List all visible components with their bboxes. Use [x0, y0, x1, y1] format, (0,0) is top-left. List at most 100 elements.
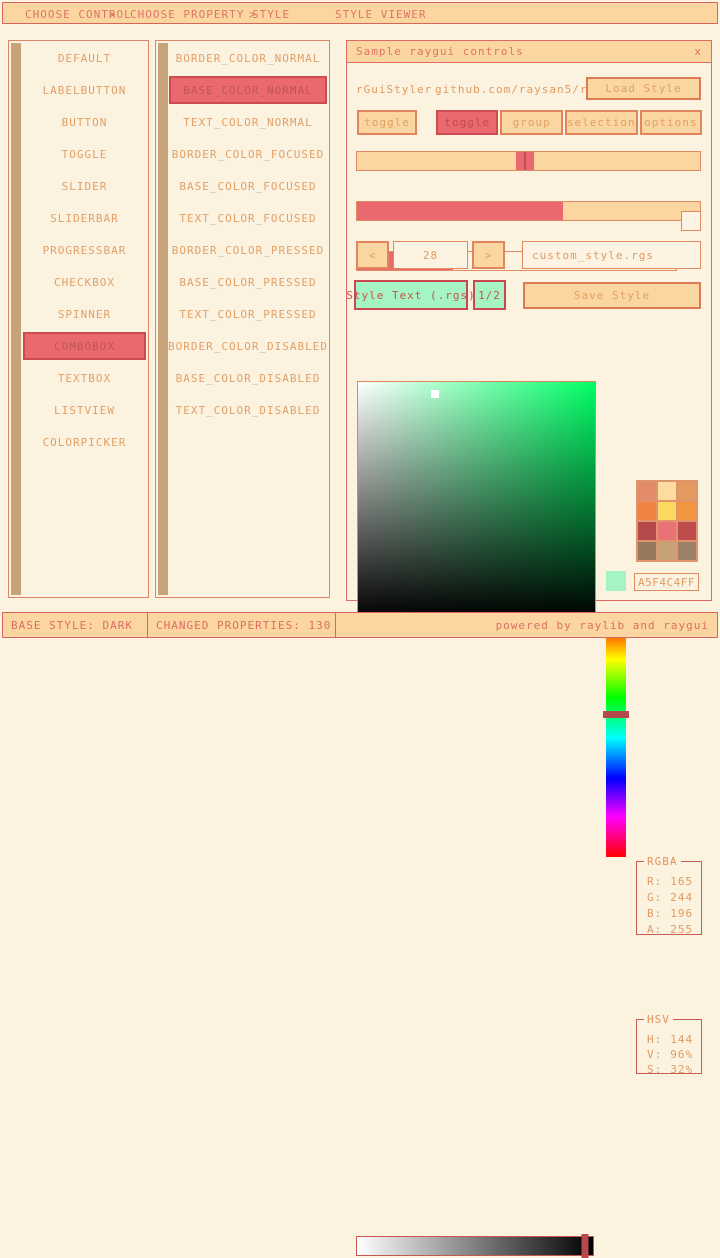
style-text-toggle[interactable]: Style Text (.rgs) — [354, 280, 468, 310]
property-list-item[interactable]: BORDER_COLOR_DISABLED — [169, 332, 327, 360]
control-list-item-label: COLORPICKER — [43, 436, 127, 449]
toggle-group-item[interactable]: options — [640, 110, 702, 135]
palette-swatch[interactable] — [638, 502, 656, 520]
property-list-item-label: TEXT_COLOR_DISABLED — [176, 404, 321, 417]
property-list-items: BORDER_COLOR_NORMAL BASE_COLOR_NORMAL TE… — [169, 44, 327, 595]
palette-swatch[interactable] — [678, 502, 696, 520]
sample-window-titlebar[interactable]: Sample raygui controls x — [347, 41, 711, 63]
property-list-item[interactable]: BASE_COLOR_DISABLED — [169, 364, 327, 392]
property-list-item[interactable]: BASE_COLOR_PRESSED — [169, 268, 327, 296]
toggle-group-item[interactable]: toggle — [436, 110, 498, 135]
property-list-item[interactable]: TEXT_COLOR_NORMAL — [169, 108, 327, 136]
property-list-item[interactable]: BORDER_COLOR_NORMAL — [169, 44, 327, 72]
control-list-item[interactable]: DEFAULT — [23, 44, 146, 72]
hex-value-box[interactable]: A5F4C4FF — [634, 573, 699, 591]
palette-swatch[interactable] — [678, 522, 696, 540]
property-list-item[interactable]: TEXT_COLOR_DISABLED — [169, 396, 327, 424]
property-list-item[interactable]: TEXT_COLOR_PRESSED — [169, 300, 327, 328]
color-palette — [636, 480, 698, 562]
spinner-value-box[interactable]: 28 — [393, 241, 468, 269]
color-picker-gradient[interactable] — [357, 381, 596, 619]
breadcrumb-step-viewer[interactable]: STYLE VIEWER — [335, 8, 426, 21]
control-list-item[interactable]: TOGGLE — [23, 140, 146, 168]
chevron-right-icon: > — [109, 8, 117, 21]
filename-textbox[interactable]: custom_style.rgs — [522, 241, 701, 269]
color-picker-cursor[interactable] — [431, 390, 439, 398]
palette-swatch[interactable] — [638, 522, 656, 540]
slider-bar[interactable] — [356, 201, 701, 221]
toggle-group-item[interactable]: selection — [565, 110, 638, 135]
checkbox[interactable] — [681, 211, 701, 231]
slider-handle[interactable] — [516, 152, 534, 170]
toggle-group-item[interactable]: group — [500, 110, 562, 135]
property-list: BORDER_COLOR_NORMAL BASE_COLOR_NORMAL TE… — [155, 40, 330, 598]
control-list-item-label: SLIDERBAR — [50, 212, 119, 225]
control-list-item-label: CHECKBOX — [54, 276, 115, 289]
property-list-item[interactable]: BASE_COLOR_NORMAL — [169, 76, 327, 104]
control-list-item[interactable]: TEXTBOX — [23, 364, 146, 392]
rgba-group-box: RGBA R: 165 G: 244 B: 196 — [636, 861, 702, 935]
control-list-item-label: DEFAULT — [58, 52, 111, 65]
rgba-row: G: 244 — [637, 890, 701, 906]
palette-swatch[interactable] — [678, 542, 696, 560]
palette-swatch[interactable] — [678, 482, 696, 500]
save-style-button[interactable]: Save Style — [523, 282, 701, 309]
breadcrumb-step-property[interactable]: CHOOSE PROPERTY STYLE — [130, 8, 290, 21]
control-list-item[interactable]: SLIDER — [23, 172, 146, 200]
control-list-item[interactable]: COMBOBOX — [23, 332, 146, 360]
control-list-item-label: TEXTBOX — [58, 372, 111, 385]
style-page-indicator[interactable]: 1/2 — [473, 280, 506, 310]
control-list-item-label: COMBOBOX — [54, 340, 115, 353]
property-list-item[interactable]: BORDER_COLOR_PRESSED — [169, 236, 327, 264]
close-icon[interactable]: x — [694, 45, 702, 58]
toggle-button[interactable]: toggle — [357, 110, 417, 135]
palette-swatch[interactable] — [658, 522, 676, 540]
property-list-item[interactable]: BASE_COLOR_FOCUSED — [169, 172, 327, 200]
rgba-row-label: A: — [647, 922, 662, 938]
rgba-row-value: 196 — [670, 906, 693, 922]
property-list-scrollbar[interactable] — [158, 43, 168, 595]
breadcrumb: CHOOSE CONTROL > CHOOSE PROPERTY STYLE >… — [2, 2, 718, 24]
palette-swatch[interactable] — [658, 482, 676, 500]
control-list-item[interactable]: LISTVIEW — [23, 396, 146, 424]
window-title: Sample raygui controls — [356, 45, 694, 58]
spinner-decrement-button[interactable]: < — [356, 241, 389, 269]
property-list-item[interactable]: TEXT_COLOR_FOCUSED — [169, 204, 327, 232]
sample-window: Sample raygui controls x rGuiStyler gith… — [346, 40, 712, 601]
hsv-row: H: 144 — [637, 1032, 701, 1047]
property-list-item[interactable]: BORDER_COLOR_FOCUSED — [169, 140, 327, 168]
control-list-item[interactable]: LABELBUTTON — [23, 76, 146, 104]
control-list-item-label: LABELBUTTON — [43, 84, 127, 97]
alpha-bar[interactable] — [356, 1236, 594, 1256]
property-list-item-label: BASE_COLOR_NORMAL — [183, 84, 313, 97]
toggle-group-item-label: toggle — [444, 116, 490, 129]
property-list-item-label: BORDER_COLOR_PRESSED — [172, 244, 324, 257]
property-list-item-label: TEXT_COLOR_NORMAL — [183, 116, 313, 129]
control-list-item[interactable]: SPINNER — [23, 300, 146, 328]
palette-swatch[interactable] — [658, 502, 676, 520]
rgba-row: B: 196 — [637, 906, 701, 922]
control-list-scrollbar[interactable] — [11, 43, 21, 595]
hue-bar-handle[interactable] — [603, 711, 629, 718]
hsv-row: V: 96% — [637, 1047, 701, 1062]
sample-window-body: rGuiStyler github.com/raysan5/raygui Loa… — [347, 63, 711, 600]
palette-swatch[interactable] — [658, 542, 676, 560]
hue-bar[interactable] — [606, 619, 626, 857]
control-list-item[interactable]: CHECKBOX — [23, 268, 146, 296]
slider[interactable] — [356, 151, 701, 171]
load-style-button[interactable]: Load Style — [586, 77, 701, 100]
control-list-item[interactable]: COLORPICKER — [23, 428, 146, 456]
palette-swatch[interactable] — [638, 542, 656, 560]
spinner-increment-button[interactable]: > — [472, 241, 505, 269]
rgba-row-value: 255 — [670, 922, 693, 938]
hsv-row-label: H: — [647, 1032, 662, 1047]
alpha-bar-handle[interactable] — [581, 1234, 588, 1258]
rgba-group-title: RGBA — [644, 855, 681, 868]
control-list-item[interactable]: BUTTON — [23, 108, 146, 136]
rgba-row: A: 255 — [637, 922, 701, 938]
control-list-item[interactable]: PROGRESSBAR — [23, 236, 146, 264]
property-list-item-label: BORDER_COLOR_DISABLED — [168, 340, 328, 353]
palette-swatch[interactable] — [638, 482, 656, 500]
property-list-item-label: TEXT_COLOR_FOCUSED — [179, 212, 316, 225]
control-list-item[interactable]: SLIDERBAR — [23, 204, 146, 232]
